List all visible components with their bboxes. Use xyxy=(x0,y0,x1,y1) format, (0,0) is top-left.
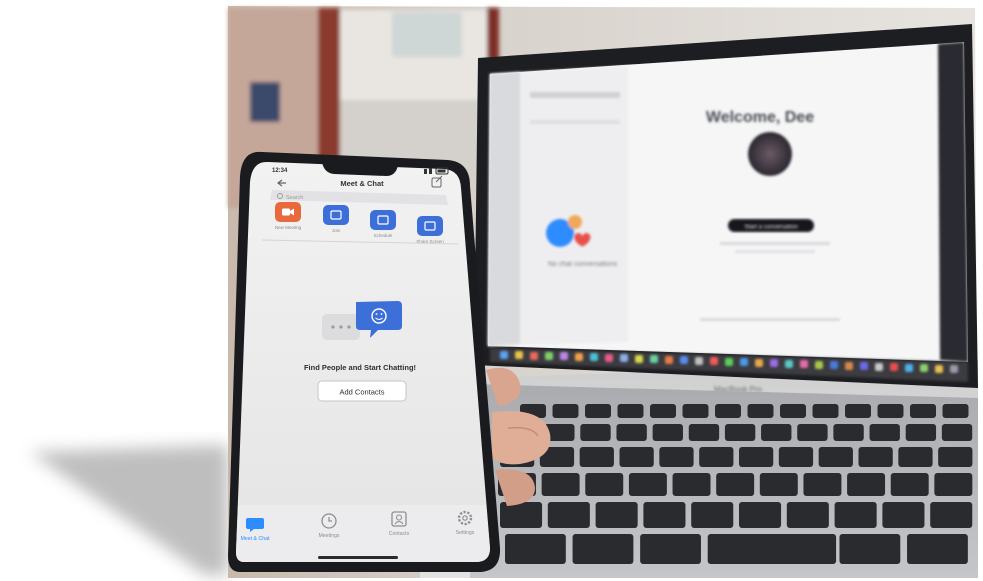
keyboard-key xyxy=(747,404,774,418)
keyboard-key xyxy=(942,404,969,418)
phone-action-new-meeting[interactable]: New Meeting xyxy=(275,202,302,230)
phone-home-indicator xyxy=(318,556,398,559)
phone-action-label: Join xyxy=(332,228,341,233)
phone-search-placeholder: Search xyxy=(286,195,303,201)
photo-shadow xyxy=(30,445,228,575)
phone-add-contacts-label: Add Contacts xyxy=(339,388,384,397)
laptop-sidebar-caption: No chat conversations xyxy=(548,261,618,268)
keyboard-key xyxy=(682,404,709,418)
keyboard-key xyxy=(643,502,686,528)
keyboard-key xyxy=(834,502,877,528)
keyboard-key xyxy=(739,502,782,528)
keyboard-key xyxy=(845,404,871,418)
tab-label: Contacts xyxy=(389,531,410,537)
laptop: No chat conversations Welcome, Dee Start… xyxy=(470,24,978,578)
keyboard-key xyxy=(786,502,829,528)
phone-action-label: New Meeting xyxy=(275,225,302,230)
phone-empty-message: Find People and Start Chatting! xyxy=(304,363,416,372)
laptop-welcome-heading: Welcome, Dee xyxy=(706,109,814,126)
laptop-avatar xyxy=(748,132,792,176)
phone-status-time: 12:34 xyxy=(272,168,288,174)
keyboard-key xyxy=(505,534,566,564)
keyboard-key xyxy=(652,424,683,441)
keyboard-key xyxy=(898,447,933,467)
keyboard-key xyxy=(818,447,853,467)
keyboard-key xyxy=(890,473,929,496)
keyboard-key xyxy=(877,404,904,418)
phone-header-title: Meet & Chat xyxy=(340,179,384,188)
keyboard-key xyxy=(585,404,611,418)
keyboard-key xyxy=(688,424,720,441)
keyboard-key xyxy=(585,473,624,496)
keyboard-key xyxy=(691,502,734,528)
keyboard-key xyxy=(941,424,973,441)
keyboard-key xyxy=(628,473,667,496)
keyboard-key xyxy=(833,424,864,441)
keyboard-key xyxy=(858,447,893,467)
keyboard-key xyxy=(930,502,973,528)
keyboard-key xyxy=(910,404,936,418)
keyboard-key xyxy=(619,447,654,467)
keyboard-key xyxy=(847,473,886,496)
keyboard-key xyxy=(650,404,676,418)
keyboard-key xyxy=(812,404,839,418)
keyboard-key xyxy=(617,404,644,418)
keyboard-key xyxy=(572,534,634,564)
keyboard-key xyxy=(803,473,842,496)
phone-action-schedule[interactable]: Schedule xyxy=(370,210,396,238)
keyboard-key xyxy=(882,502,925,528)
laptop-app-rail xyxy=(488,72,520,346)
laptop-start-button-label: Start a conversation xyxy=(744,225,797,231)
phone-add-contacts-button[interactable]: Add Contacts xyxy=(317,380,407,402)
keyboard-key xyxy=(759,473,798,496)
keyboard-key xyxy=(595,502,638,528)
phone-action-label: Schedule xyxy=(374,233,393,238)
keyboard-key xyxy=(797,424,828,441)
keyboard-key xyxy=(552,404,579,418)
keyboard-key xyxy=(500,502,543,528)
keyboard-key xyxy=(934,473,973,496)
keyboard-key xyxy=(739,447,774,467)
keyboard-key xyxy=(715,404,741,418)
laptop-right-panel xyxy=(938,42,968,362)
keyboard-key xyxy=(716,473,755,496)
keyboard-key xyxy=(541,473,580,496)
keyboard-key xyxy=(699,447,734,467)
tab-label: Settings xyxy=(456,530,475,536)
keyboard-key xyxy=(778,447,814,467)
keyboard-key xyxy=(707,534,837,564)
keyboard-key xyxy=(839,534,901,564)
keyboard-key xyxy=(905,424,937,441)
keyboard-key xyxy=(869,424,900,441)
photo-scene: No chat conversations Welcome, Dee Start… xyxy=(30,6,978,578)
phone-screen xyxy=(236,161,490,563)
keyboard-key xyxy=(579,447,614,467)
keyboard-key xyxy=(780,404,806,418)
keyboard-key xyxy=(672,473,711,496)
keyboard-key xyxy=(761,424,792,441)
keyboard-key xyxy=(640,534,701,564)
keyboard-key xyxy=(547,502,590,528)
tab-label: Meetings xyxy=(318,533,339,539)
phone-action-share-screen[interactable]: Share Screen xyxy=(416,216,444,244)
keyboard-key xyxy=(938,447,973,467)
keyboard-key xyxy=(580,424,611,441)
tab-label: Meet & Chat xyxy=(241,536,270,542)
keyboard-key xyxy=(907,534,968,564)
keyboard-key xyxy=(724,424,756,441)
keyboard-key xyxy=(616,424,647,441)
keyboard-key xyxy=(659,447,694,467)
phone-tab-bar xyxy=(236,505,490,562)
